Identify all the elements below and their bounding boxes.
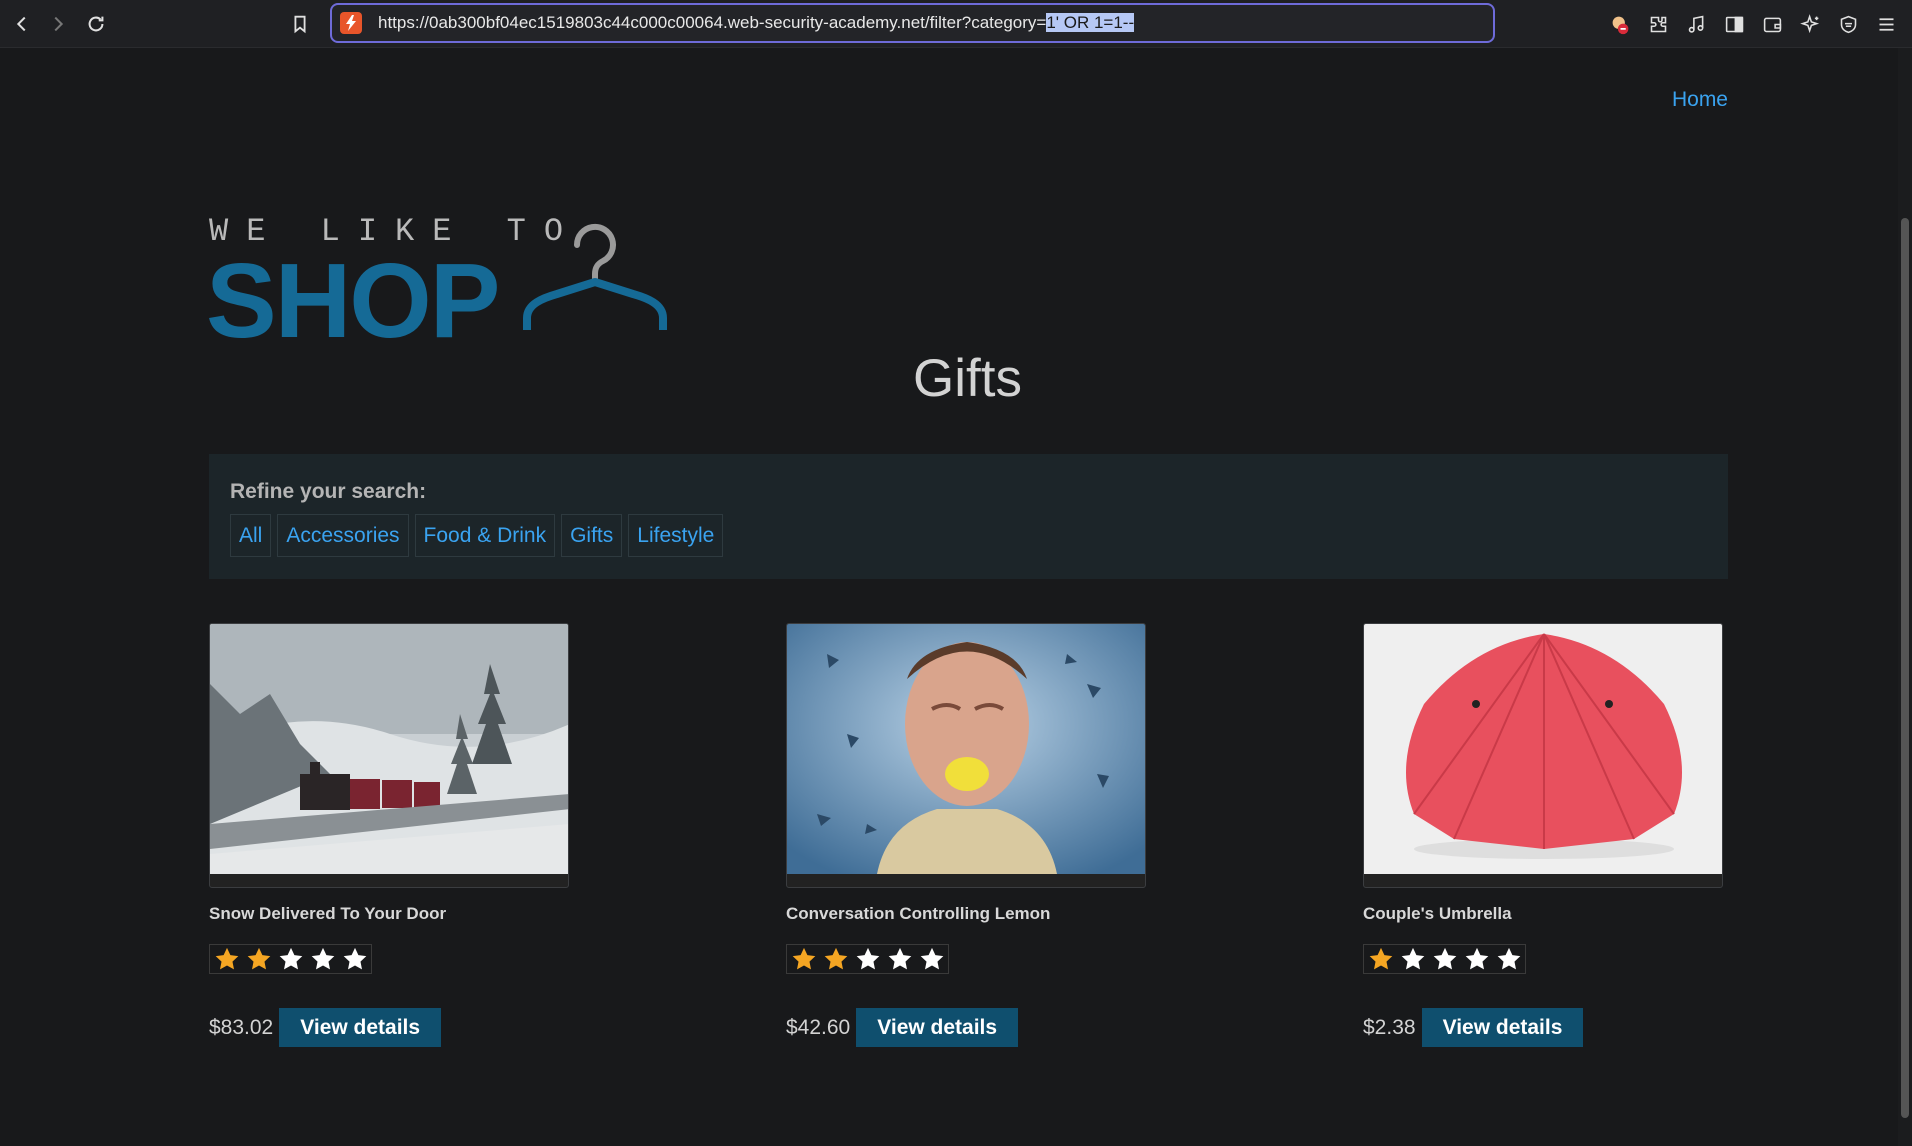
filter-all[interactable]: All — [230, 514, 272, 557]
price-row: $42.60 View details — [786, 1008, 1146, 1047]
star-empty-icon — [340, 945, 370, 973]
umbrella-image — [1364, 624, 1722, 874]
refine-search-panel: Refine your search: All Accessories Food… — [209, 454, 1728, 579]
star-empty-icon — [1430, 945, 1460, 973]
price-row: $83.02 View details — [209, 1008, 569, 1047]
chevron-right-icon — [54, 16, 64, 32]
reload-button[interactable] — [82, 10, 110, 38]
filter-accessories[interactable]: Accessories — [277, 514, 409, 557]
product-image[interactable] — [1363, 623, 1723, 888]
toolbar-icons — [1606, 10, 1900, 38]
hanger-icon — [523, 223, 667, 330]
rating-stars — [1363, 944, 1526, 974]
product-card: Couple's Umbrella $2.38 View details — [1363, 623, 1723, 1047]
page-scrollbar[interactable] — [1898, 48, 1912, 1146]
product-image[interactable] — [786, 623, 1146, 888]
shield-icon[interactable] — [1834, 10, 1862, 38]
filter-gifts[interactable]: Gifts — [561, 514, 623, 557]
forward-button[interactable] — [44, 10, 72, 38]
snow-train-image — [210, 624, 568, 874]
sidebar-toggle-icon[interactable] — [1720, 10, 1748, 38]
refine-label: Refine your search: — [230, 480, 427, 503]
product-price: $83.02 — [209, 1015, 274, 1039]
star-empty-icon — [853, 945, 883, 973]
adblock-extension-icon[interactable] — [1606, 10, 1634, 38]
filter-lifestyle[interactable]: Lifestyle — [628, 514, 724, 557]
lemon-man-image — [787, 624, 1145, 874]
rating-stars — [786, 944, 949, 974]
logo-shop-text: SHOP — [206, 242, 500, 360]
url-selected-payload: 1' OR 1=1-- — [1046, 13, 1135, 32]
product-card: Conversation Controlling Lemon $42.60 Vi… — [786, 623, 1146, 1047]
view-details-button[interactable]: View details — [1421, 1008, 1584, 1047]
star-empty-icon — [1494, 945, 1524, 973]
back-button[interactable] — [8, 10, 36, 38]
filter-food-drink[interactable]: Food & Drink — [414, 514, 556, 557]
reload-icon — [88, 16, 104, 32]
bookmark-icon — [294, 15, 306, 34]
product-name: Couple's Umbrella — [1363, 904, 1512, 923]
product-name: Conversation Controlling Lemon — [786, 904, 1051, 923]
star-empty-icon — [308, 945, 338, 973]
rating-stars — [209, 944, 372, 974]
address-bar[interactable]: https://0ab300bf04ec1519803c44c000c00064… — [330, 3, 1495, 43]
star-filled-icon — [1366, 945, 1396, 973]
star-empty-icon — [917, 945, 947, 973]
menu-icon[interactable] — [1872, 10, 1900, 38]
view-details-button[interactable]: View details — [279, 1008, 442, 1047]
shop-logo: WE LIKE TO SHOP — [206, 163, 689, 360]
view-details-button[interactable]: View details — [856, 1008, 1019, 1047]
star-empty-icon — [1398, 945, 1428, 973]
wallet-icon[interactable] — [1758, 10, 1786, 38]
browser-toolbar: https://0ab300bf04ec1519803c44c000c00064… — [0, 0, 1912, 48]
star-filled-icon — [821, 945, 851, 973]
bookmark-button[interactable] — [286, 10, 314, 38]
ai-sparkle-icon[interactable] — [1796, 10, 1824, 38]
home-link[interactable]: Home — [1672, 88, 1728, 112]
page-content: Home WE LIKE TO SHOP Gifts Refine your s… — [0, 48, 1898, 1146]
star-empty-icon — [1462, 945, 1492, 973]
star-empty-icon — [885, 945, 915, 973]
url-text: https://0ab300bf04ec1519803c44c000c00064… — [378, 13, 1135, 33]
site-favicon-icon — [340, 12, 362, 34]
music-icon[interactable] — [1682, 10, 1710, 38]
star-empty-icon — [276, 945, 306, 973]
product-name: Snow Delivered To Your Door — [209, 904, 447, 923]
url-base: https://0ab300bf04ec1519803c44c000c00064… — [378, 13, 1047, 32]
category-filters: All Accessories Food & Drink Gifts Lifes… — [230, 514, 724, 557]
chevron-left-icon — [16, 16, 26, 32]
product-card: Snow Delivered To Your Door $83.02 View … — [209, 623, 569, 1047]
extensions-icon[interactable] — [1644, 10, 1672, 38]
star-filled-icon — [212, 945, 242, 973]
star-filled-icon — [244, 945, 274, 973]
price-row: $2.38 View details — [1363, 1008, 1723, 1047]
star-filled-icon — [789, 945, 819, 973]
product-price: $2.38 — [1363, 1015, 1416, 1039]
page-title: Gifts — [913, 349, 1022, 408]
product-price: $42.60 — [786, 1015, 851, 1039]
product-image[interactable] — [209, 623, 569, 888]
